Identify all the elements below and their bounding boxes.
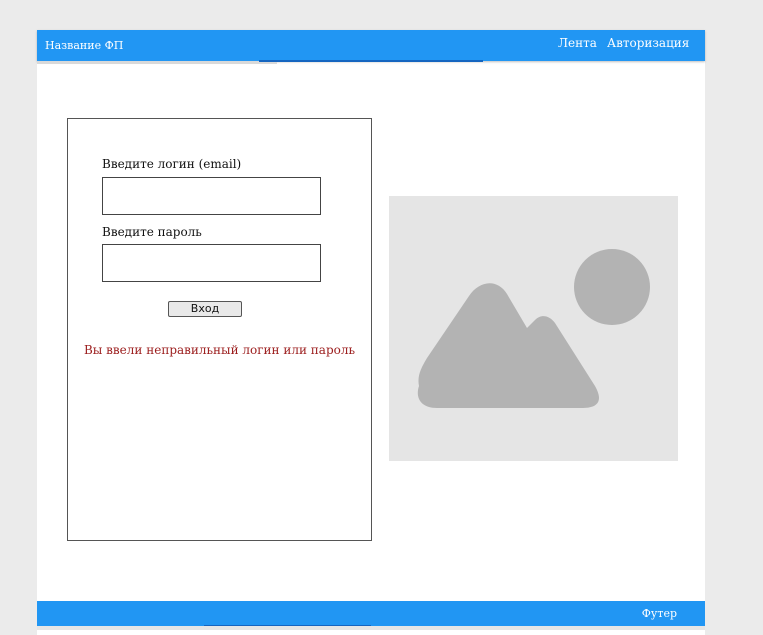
login-input[interactable] [102,177,321,215]
header-bar: Название ФП Лента Авторизация [37,30,705,61]
header-underline [259,60,483,62]
sun-shape [574,249,650,325]
footer-bottom-strip [37,626,705,630]
header-shadow [37,61,277,64]
error-message: Вы ввели неправильный логин или пароль [83,343,356,357]
password-label: Введите пароль [102,225,202,239]
footer-bar: Футер [37,601,705,627]
nav-link-feed[interactable]: Лента [558,36,597,50]
image-placeholder [389,196,678,461]
footer-text: Футер [641,607,677,620]
password-input[interactable] [102,244,321,282]
mountain-shape [417,283,599,408]
nav-link-authorization[interactable]: Авторизация [607,36,689,50]
login-label: Введите логин (email) [102,157,242,171]
login-form: Введите логин (email) Введите пароль Вхо… [67,118,372,541]
site-brand[interactable]: Название ФП [45,39,123,52]
page: Название ФП Лента Авторизация Введите ло… [37,30,705,635]
image-placeholder-icon [417,249,650,408]
login-button[interactable]: Вход [168,301,242,317]
